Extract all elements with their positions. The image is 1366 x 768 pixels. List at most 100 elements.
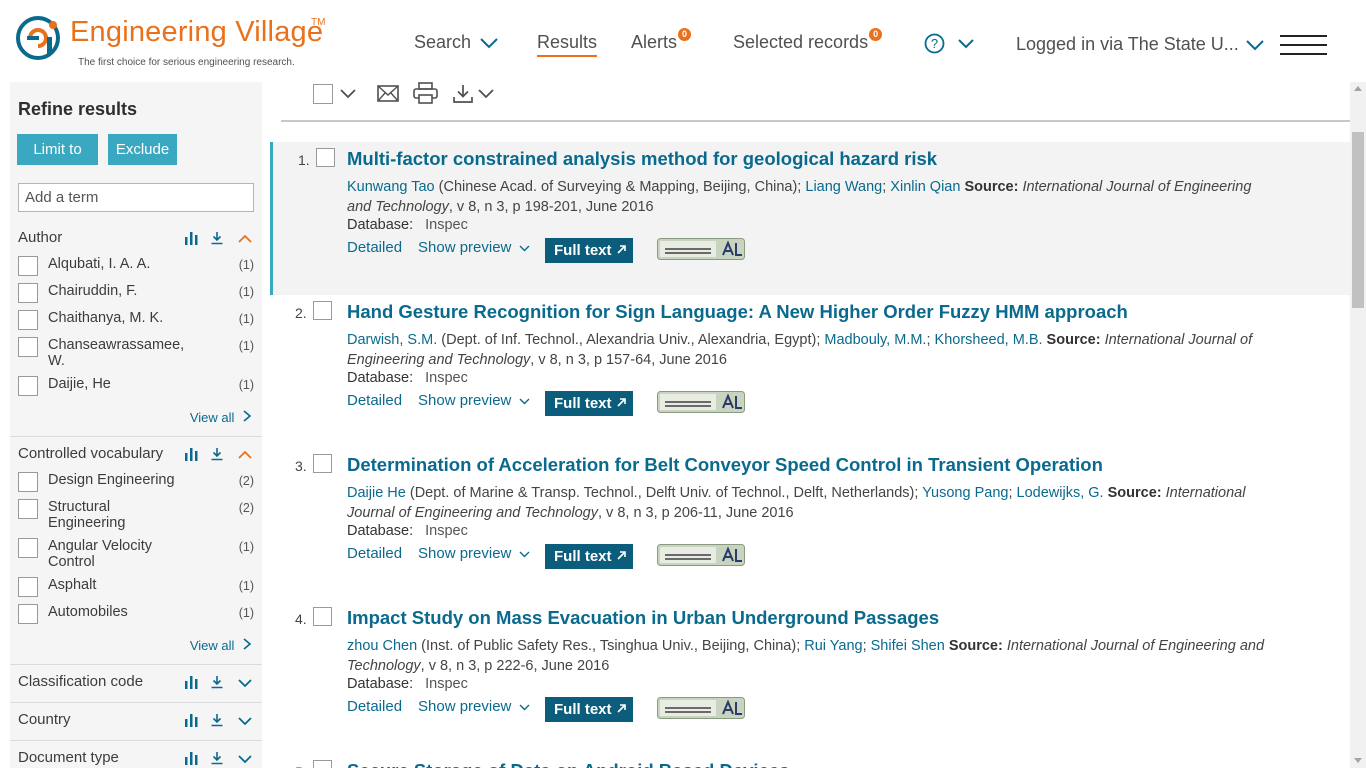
facet-author-header[interactable]: Author [10,225,262,253]
bar-chart-icon[interactable] [184,231,200,245]
result-number: 5. [295,764,307,768]
result-number: 3. [295,458,307,474]
result-title-link[interactable]: Hand Gesture Recognition for Sign Langua… [347,301,1128,323]
select-options-chevron-icon[interactable] [340,89,356,99]
author-link[interactable]: Liang Wang [805,179,882,195]
result-title-link[interactable]: Multi-factor constrained analysis method… [347,148,937,170]
logo-title[interactable]: Engineering Village [70,16,323,49]
add-term-input[interactable] [18,183,254,212]
author-link[interactable]: Daijie He [347,485,406,501]
facet-country-header[interactable]: Country [10,707,262,735]
chevron-up-icon[interactable] [238,234,252,243]
facet-checkbox[interactable] [18,472,38,492]
toolbar-divider [281,120,1350,122]
chevron-down-icon[interactable] [238,679,252,688]
search-for-article-link-icon[interactable] [657,697,745,719]
page-scrollbar[interactable] [1350,82,1366,768]
search-for-article-link-icon[interactable] [657,391,745,413]
facet-checkbox[interactable] [18,604,38,624]
main-menu-icon[interactable] [1280,35,1327,55]
full-text-button[interactable]: Full text [545,697,633,722]
download-icon[interactable] [210,447,224,461]
download-options-chevron-icon[interactable] [478,89,494,99]
facet-checkbox[interactable] [18,310,38,330]
engineering-village-logo-icon[interactable] [16,15,62,61]
nav-help[interactable]: ? [924,33,975,54]
author-view-all-link[interactable]: View all [190,410,252,425]
scroll-down-arrow-icon[interactable] [1354,758,1362,764]
author-link[interactable]: Kunwang Tao [347,179,435,195]
chevron-down-icon[interactable] [238,717,252,726]
result-title-link[interactable]: Determination of Acceleration for Belt C… [347,454,1103,476]
print-icon[interactable] [413,82,438,104]
author-link[interactable]: Lodewijks, G. [1017,485,1104,501]
chevron-up-icon[interactable] [238,450,252,459]
facet-divider [10,740,262,741]
exclude-button[interactable]: Exclude [108,134,177,165]
result-select-checkbox[interactable] [313,607,332,626]
author-link[interactable]: zhou Chen [347,638,417,654]
author-link[interactable]: Shifei Shen [871,638,945,654]
show-preview-link[interactable]: Show preview [418,545,530,562]
result-select-checkbox[interactable] [313,760,332,768]
vocabulary-view-all-link[interactable]: View all [190,638,252,653]
email-icon[interactable] [377,85,399,102]
result-select-checkbox[interactable] [313,301,332,320]
facet-checkbox[interactable] [18,577,38,597]
result-select-checkbox[interactable] [313,454,332,473]
facet-checkbox[interactable] [18,256,38,276]
facet-item-count: (1) [238,606,254,620]
bar-chart-icon[interactable] [184,675,200,689]
bar-chart-icon[interactable] [184,447,200,461]
detailed-link[interactable]: Detailed [347,239,402,256]
show-preview-link[interactable]: Show preview [418,392,530,409]
show-preview-link[interactable]: Show preview [418,698,530,715]
full-text-button[interactable]: Full text [545,391,633,416]
nav-alerts[interactable]: Alerts 0 [631,28,692,53]
facet-checkbox[interactable] [18,283,38,303]
select-all-checkbox[interactable] [313,84,333,104]
result-record: 5. Secure Storage of Data on Android Bas… [270,754,1350,768]
facet-checkbox[interactable] [18,499,38,519]
facet-classification-code-header[interactable]: Classification code [10,669,262,697]
facet-checkbox[interactable] [18,337,38,357]
detailed-link[interactable]: Detailed [347,698,402,715]
author-link[interactable]: Darwish, S.M. [347,332,437,348]
detailed-link[interactable]: Detailed [347,545,402,562]
facet-checkbox[interactable] [18,376,38,396]
download-icon[interactable] [210,751,224,765]
facet-checkbox[interactable] [18,538,38,558]
download-icon[interactable] [210,675,224,689]
author-link[interactable]: Yusong Pang [922,485,1008,501]
download-icon[interactable] [210,231,224,245]
result-title-link[interactable]: Impact Study on Mass Evacuation in Urban… [347,607,939,629]
download-icon[interactable] [453,84,473,103]
full-text-button[interactable]: Full text [545,238,633,263]
limit-to-button[interactable]: Limit to [17,134,98,165]
search-for-article-link-icon[interactable] [657,238,745,260]
full-text-button[interactable]: Full text [545,544,633,569]
author-link[interactable]: Khorsheed, M.B. [935,332,1043,348]
nav-search[interactable]: Search [414,32,499,53]
show-preview-link[interactable]: Show preview [418,239,530,256]
facet-item-label: Automobiles [48,604,128,620]
scrollbar-thumb[interactable] [1352,132,1364,308]
detailed-link[interactable]: Detailed [347,392,402,409]
download-icon[interactable] [210,713,224,727]
bar-chart-icon[interactable] [184,713,200,727]
author-link[interactable]: Rui Yang [804,638,862,654]
nav-account[interactable]: Logged in via The State U... [1016,34,1265,55]
author-link[interactable]: Xinlin Qian [890,179,960,195]
author-link[interactable]: Madbouly, M.M. [824,332,926,348]
result-title-link[interactable]: Secure Storage of Data on Android Based … [347,760,789,768]
scroll-up-arrow-icon[interactable] [1354,85,1362,91]
chevron-down-icon[interactable] [238,755,252,764]
result-select-checkbox[interactable] [316,148,335,167]
facet-controlled-vocabulary-header[interactable]: Controlled vocabulary [10,441,262,469]
bar-chart-icon[interactable] [184,751,200,765]
nav-results[interactable]: Results [537,32,598,57]
result-database: Database: Inspec [347,676,468,692]
nav-selected-records[interactable]: Selected records 0 [733,28,883,53]
search-for-article-link-icon[interactable] [657,544,745,566]
facet-document-type-header[interactable]: Document type [10,745,262,768]
